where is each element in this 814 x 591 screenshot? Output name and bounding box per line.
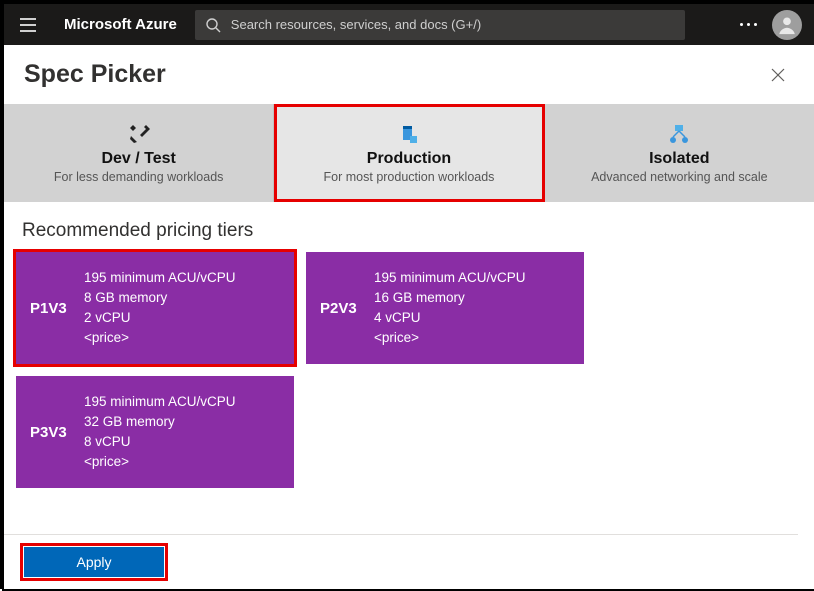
content-scroll[interactable]: Dev / Test For less demanding workloads … — [4, 104, 814, 589]
tab-desc: For less demanding workloads — [54, 170, 224, 184]
tier-acu: 195 minimum ACU/vCPU — [84, 268, 236, 288]
tier-price: <price> — [374, 328, 526, 348]
page-title-bar: Spec Picker — [4, 45, 814, 104]
apply-button[interactable]: Apply — [24, 547, 164, 577]
tier-sku: P1V3 — [30, 300, 84, 317]
tier-acu: 195 minimum ACU/vCPU — [84, 392, 236, 412]
more-icon[interactable] — [730, 23, 766, 26]
tier-card-p3v3[interactable]: P3V3 195 minimum ACU/vCPU 32 GB memory 8… — [16, 376, 294, 488]
tier-sku: P2V3 — [320, 300, 374, 317]
tier-price: <price> — [84, 328, 236, 348]
user-icon — [776, 14, 798, 36]
tools-icon — [127, 122, 151, 146]
network-icon — [667, 122, 691, 146]
search-icon — [205, 17, 221, 33]
server-icon — [397, 122, 421, 146]
tier-vcpu: 8 vCPU — [84, 432, 236, 452]
tab-production[interactable]: Production For most production workloads — [274, 104, 544, 202]
tab-label: Isolated — [649, 150, 709, 168]
tier-price: <price> — [84, 452, 236, 472]
tier-vcpu: 2 vCPU — [84, 308, 236, 328]
tier-card-p2v3[interactable]: P2V3 195 minimum ACU/vCPU 16 GB memory 4… — [306, 252, 584, 364]
tier-card-p1v3[interactable]: P1V3 195 minimum ACU/vCPU 8 GB memory 2 … — [16, 252, 294, 364]
close-icon — [771, 68, 785, 82]
tab-devtest[interactable]: Dev / Test For less demanding workloads — [4, 104, 274, 202]
tier-vcpu: 4 vCPU — [374, 308, 526, 328]
tier-acu: 195 minimum ACU/vCPU — [374, 268, 526, 288]
tab-isolated[interactable]: Isolated Advanced networking and scale — [545, 104, 814, 202]
brand-label: Microsoft Azure — [64, 16, 177, 33]
tab-label: Dev / Test — [101, 150, 175, 168]
top-nav: Microsoft Azure — [4, 4, 814, 45]
menu-icon[interactable] — [10, 7, 46, 43]
tier-specs: 195 minimum ACU/vCPU 8 GB memory 2 vCPU … — [84, 268, 236, 349]
workload-tabs: Dev / Test For less demanding workloads … — [4, 104, 814, 202]
page-title: Spec Picker — [24, 60, 166, 89]
tier-memory: 32 GB memory — [84, 412, 236, 432]
tier-memory: 8 GB memory — [84, 288, 236, 308]
search-input-wrapper[interactable] — [195, 10, 685, 40]
tab-desc: Advanced networking and scale — [591, 170, 768, 184]
tab-label: Production — [367, 150, 451, 168]
tier-specs: 195 minimum ACU/vCPU 16 GB memory 4 vCPU… — [374, 268, 526, 349]
tier-sku: P3V3 — [30, 424, 84, 441]
avatar[interactable] — [772, 10, 802, 40]
search-input[interactable] — [231, 17, 675, 32]
pricing-tier-grid: P1V3 195 minimum ACU/vCPU 8 GB memory 2 … — [4, 252, 814, 508]
tier-specs: 195 minimum ACU/vCPU 32 GB memory 8 vCPU… — [84, 392, 236, 473]
tab-desc: For most production workloads — [324, 170, 495, 184]
section-title: Recommended pricing tiers — [4, 202, 814, 252]
tier-memory: 16 GB memory — [374, 288, 526, 308]
close-button[interactable] — [762, 59, 794, 91]
footer-bar: Apply — [4, 534, 798, 589]
